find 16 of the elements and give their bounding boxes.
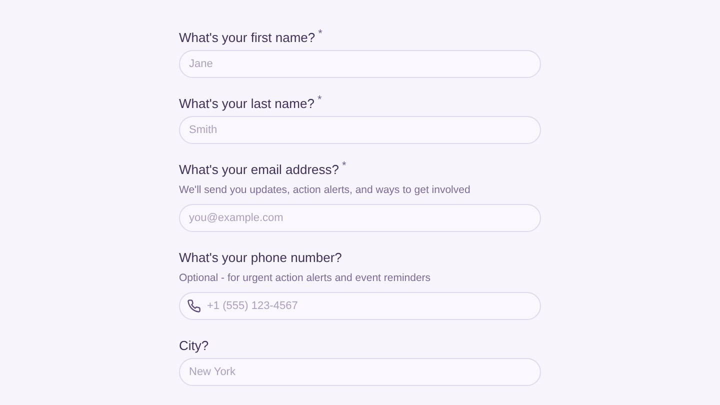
- input-field[interactable]: you@example.com: [179, 204, 541, 232]
- required-mark: *: [318, 28, 322, 40]
- input-field[interactable]: Smith: [179, 116, 541, 144]
- field-label: What's your first name?: [179, 29, 316, 47]
- phone-icon: [187, 299, 201, 313]
- input-field[interactable]: Jane: [179, 50, 541, 78]
- field-label: What's your email address?: [179, 161, 339, 179]
- required-mark: *: [342, 160, 346, 172]
- input-field[interactable]: New York: [179, 358, 541, 386]
- input-field[interactable]: +1 (555) 123-4567: [179, 292, 541, 320]
- required-mark: *: [317, 94, 322, 106]
- field-hint: We'll send you updates, action alerts, and ways to get involved: [179, 183, 472, 198]
- field-label: What's your last name?: [179, 95, 314, 113]
- field-hint: Optional - for urgent action alerts and event reminders: [179, 271, 432, 286]
- field-label: City?: [179, 337, 209, 355]
- field-label: What's your phone number?: [179, 249, 342, 267]
